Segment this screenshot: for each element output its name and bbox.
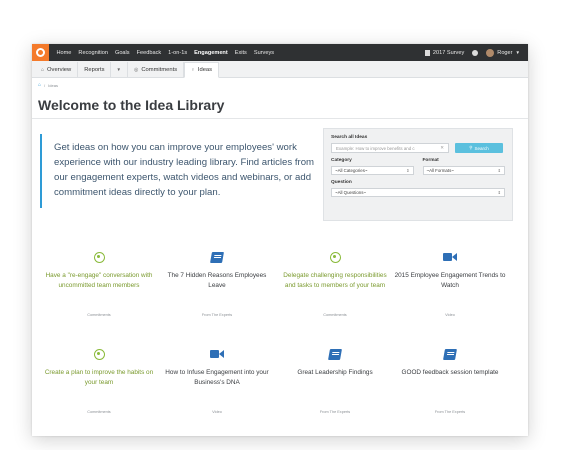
main-nav: Home Recognition Goals Feedback 1-on-1s … bbox=[53, 44, 278, 61]
search-panel: Search all Ideas Example: How to improve… bbox=[323, 128, 513, 221]
survey-label: 2017 Survey bbox=[432, 49, 465, 56]
tab-commitments-label: Commitments bbox=[141, 66, 178, 73]
search-icon: ⚲ bbox=[469, 145, 473, 150]
format-value: ~All Formats~ bbox=[426, 168, 454, 173]
help-icon[interactable] bbox=[472, 49, 479, 56]
app-window: Home Recognition Goals Feedback 1-on-1s … bbox=[32, 44, 528, 436]
user-menu[interactable]: Roger ▼ bbox=[486, 48, 520, 57]
idea-card[interactable]: GOOD feedback session template From The … bbox=[394, 346, 506, 416]
nav-engagement[interactable]: Engagement bbox=[191, 50, 232, 56]
search-button-label: Search bbox=[474, 145, 489, 151]
target-icon bbox=[93, 348, 105, 360]
target-icon: ◎ bbox=[133, 66, 139, 73]
category-select[interactable]: ~All Categories~ ⇕ bbox=[331, 166, 414, 175]
book-icon bbox=[328, 348, 342, 360]
nav-surveys[interactable]: Surveys bbox=[250, 50, 277, 56]
close-icon[interactable]: ✕ bbox=[440, 145, 444, 151]
tab-ideas[interactable]: ♀ Ideas bbox=[184, 62, 220, 78]
nav-home[interactable]: Home bbox=[53, 50, 75, 56]
video-camera-icon bbox=[443, 253, 457, 261]
divider bbox=[32, 118, 528, 119]
home-icon: ⌂ bbox=[41, 66, 45, 73]
idea-title[interactable]: Create a plan to improve the habits on y… bbox=[44, 368, 154, 400]
top-right-controls: 2017 Survey Roger ▼ bbox=[424, 48, 528, 57]
book-icon bbox=[443, 348, 457, 360]
search-input[interactable]: Example: How to improve benefits and c ✕ bbox=[331, 143, 449, 153]
chevron-updown-icon: ⇕ bbox=[497, 168, 501, 173]
tab-overview-label: Overview bbox=[47, 66, 72, 73]
idea-title[interactable]: The 7 Hidden Reasons Employees Leave bbox=[162, 271, 272, 303]
idea-title[interactable]: Have a "re-engage" conversation with unc… bbox=[44, 271, 154, 303]
nav-goals[interactable]: Goals bbox=[111, 50, 133, 56]
format-select[interactable]: ~All Formats~ ⇕ bbox=[422, 166, 505, 175]
intro-text: Get ideas on how you can improve your em… bbox=[40, 134, 315, 208]
category-label: Category bbox=[331, 158, 352, 163]
target-icon bbox=[329, 251, 341, 263]
chevron-updown-icon: ⇕ bbox=[497, 190, 501, 195]
idea-category: Commitments bbox=[87, 313, 111, 317]
tab-overview[interactable]: ⌂ Overview bbox=[35, 62, 79, 77]
survey-selector[interactable]: 2017 Survey bbox=[424, 49, 465, 56]
avatar bbox=[486, 48, 495, 57]
question-select[interactable]: ~All Questions~ ⇕ bbox=[331, 188, 505, 197]
tab-ideas-label: Ideas bbox=[197, 67, 213, 73]
search-label: Search all Ideas bbox=[331, 135, 368, 140]
tab-reports[interactable]: Reports ▼ bbox=[78, 62, 128, 77]
breadcrumb-current: Ideas bbox=[48, 82, 58, 88]
logo-icon[interactable] bbox=[32, 44, 49, 61]
search-placeholder: Example: How to improve benefits and c bbox=[336, 145, 415, 151]
building-icon bbox=[424, 49, 430, 56]
target-icon bbox=[93, 251, 105, 263]
idea-category: Video bbox=[445, 313, 455, 317]
idea-card[interactable]: Delegate challenging responsibilities an… bbox=[280, 249, 390, 319]
idea-card[interactable]: Great Leadership Findings From The Exper… bbox=[280, 346, 390, 416]
format-label: Format bbox=[422, 158, 439, 163]
idea-title[interactable]: How to Infuse Engagement into your Busin… bbox=[162, 368, 272, 400]
lightbulb-icon: ♀ bbox=[191, 67, 195, 73]
home-icon[interactable]: ⌂ bbox=[38, 82, 41, 88]
category-value: ~All Categories~ bbox=[335, 168, 368, 173]
idea-card[interactable]: Have a "re-engage" conversation with unc… bbox=[44, 249, 154, 319]
breadcrumb-separator: / bbox=[44, 82, 46, 88]
nav-feedback[interactable]: Feedback bbox=[133, 50, 165, 56]
video-camera-icon bbox=[210, 350, 224, 358]
question-label: Question bbox=[331, 180, 352, 185]
chevron-updown-icon: ⇕ bbox=[406, 168, 410, 173]
tab-commitments[interactable]: ◎ Commitments bbox=[128, 62, 185, 77]
nav-one-on-ones[interactable]: 1-on-1s bbox=[165, 50, 191, 56]
search-button[interactable]: ⚲ Search bbox=[455, 143, 503, 153]
user-name: Roger bbox=[497, 49, 513, 56]
idea-category: From The Experts bbox=[319, 410, 351, 414]
tab-reports-label: Reports bbox=[84, 66, 105, 73]
idea-category: From The Experts bbox=[434, 410, 466, 414]
idea-title[interactable]: 2015 Employee Engagement Trends to Watch bbox=[394, 271, 506, 303]
idea-card[interactable]: The 7 Hidden Reasons Employees Leave Fro… bbox=[162, 249, 272, 319]
idea-card[interactable]: 2015 Employee Engagement Trends to Watch… bbox=[394, 249, 506, 319]
idea-title[interactable]: Great Leadership Findings bbox=[280, 368, 390, 400]
tab-bar: ⌂ Overview Reports ▼ ◎ Commitments ♀ Ide… bbox=[32, 61, 528, 78]
idea-category: Video bbox=[212, 410, 222, 414]
question-value: ~All Questions~ bbox=[335, 190, 366, 195]
idea-card[interactable]: How to Infuse Engagement into your Busin… bbox=[162, 346, 272, 416]
top-navbar: Home Recognition Goals Feedback 1-on-1s … bbox=[32, 44, 528, 61]
idea-card[interactable]: Create a plan to improve the habits on y… bbox=[44, 346, 154, 416]
idea-title[interactable]: Delegate challenging responsibilities an… bbox=[280, 271, 390, 303]
idea-category: From The Experts bbox=[201, 313, 233, 317]
idea-category: Commitments bbox=[87, 410, 111, 414]
nav-exits[interactable]: Exits bbox=[231, 50, 250, 56]
breadcrumb: ⌂ / Ideas bbox=[38, 82, 58, 88]
idea-category: Commitments bbox=[323, 313, 347, 317]
page-title: Welcome to the Idea Library bbox=[38, 97, 225, 113]
chevron-down-icon: ▼ bbox=[515, 50, 520, 55]
chevron-down-icon[interactable]: ▼ bbox=[109, 62, 121, 77]
book-icon bbox=[210, 251, 224, 263]
nav-recognition[interactable]: Recognition bbox=[75, 50, 112, 56]
idea-title[interactable]: GOOD feedback session template bbox=[394, 368, 506, 400]
